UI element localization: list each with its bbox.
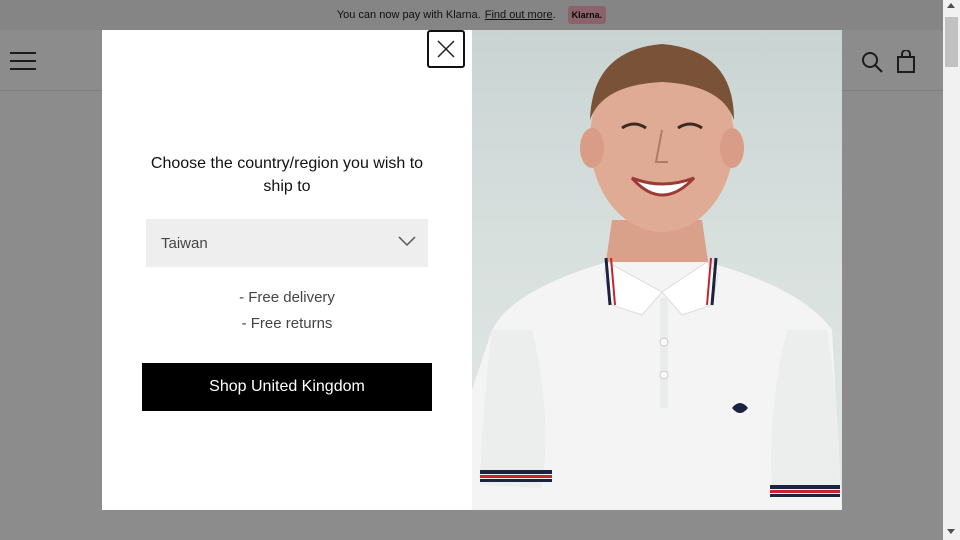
- country-select[interactable]: Taiwan: [146, 219, 428, 267]
- close-icon: [437, 40, 455, 58]
- country-selector-modal: Choose the country/region you wish to sh…: [102, 30, 842, 510]
- scroll-down-arrow-icon[interactable]: [947, 529, 955, 534]
- modal-content: Choose the country/region you wish to sh…: [102, 30, 472, 510]
- scrollbar[interactable]: [943, 0, 960, 540]
- modal-heading: Choose the country/region you wish to sh…: [150, 155, 424, 195]
- country-select-value: Taiwan: [161, 234, 208, 252]
- benefit-free-delivery: - Free delivery: [239, 289, 335, 306]
- benefit-free-returns: - Free returns: [241, 315, 333, 332]
- scroll-thumb[interactable]: [945, 17, 958, 67]
- close-button[interactable]: [427, 30, 465, 68]
- chevron-down-icon: [398, 236, 416, 247]
- shop-united-kingdom-button[interactable]: Shop United Kingdom: [142, 363, 432, 411]
- benefits-list: - Free delivery - Free returns: [142, 285, 432, 337]
- model-in-polo-shirt-image: [472, 44, 842, 510]
- scroll-up-arrow-icon[interactable]: [947, 3, 955, 8]
- model-photo: [472, 30, 842, 510]
